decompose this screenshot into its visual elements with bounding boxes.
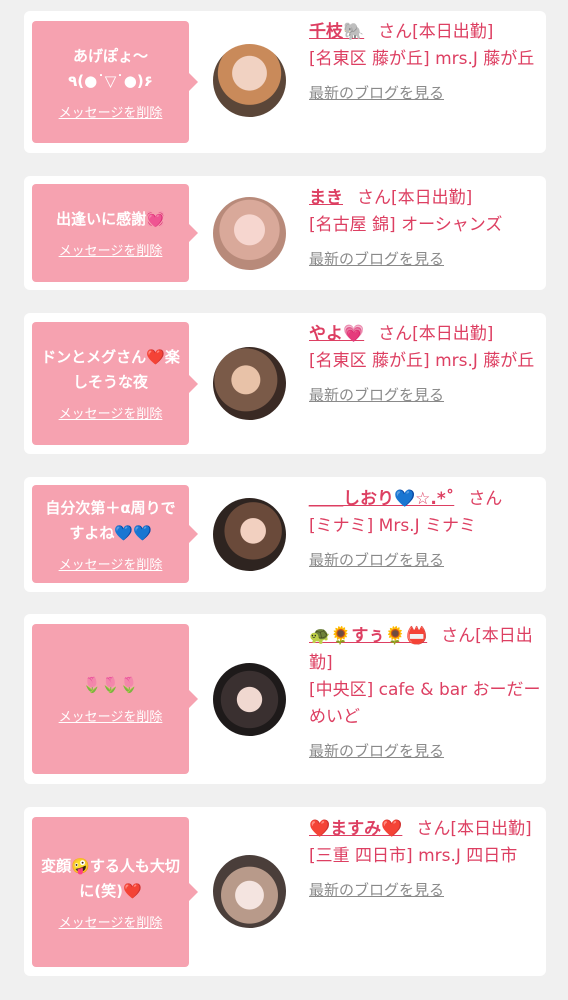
avatar[interactable]	[213, 197, 286, 270]
cast-info: まき さん[本日出勤] [名古屋 錦] オーシャンズ 最新のブログを見る	[309, 185, 541, 273]
name-line: やよ💗 さん[本日出勤]	[309, 321, 541, 348]
delete-message-link[interactable]: メッセージを削除	[59, 554, 163, 573]
message-card: 🌷🌷🌷 メッセージを削除 🐢🌻すぅ🌻📛 さん[本日出勤] [中央区] cafe &…	[24, 614, 546, 784]
shop-location: [三重 四日市] mrs.J 四日市	[309, 846, 518, 866]
cast-info: 🐢🌻すぅ🌻📛 さん[本日出勤] [中央区] cafe & bar おーだーめいど …	[309, 623, 541, 765]
shop-location: [名東区 藤が丘] mrs.J 藤が丘	[309, 49, 535, 69]
cast-status: さん[本日出勤]	[357, 188, 473, 208]
message-bubble: ドンとメグさん❤️楽しそうな夜 メッセージを削除	[32, 322, 198, 445]
blog-link[interactable]: 最新のブログを見る	[309, 550, 444, 570]
blog-link[interactable]: 最新のブログを見る	[309, 741, 444, 761]
cast-name-link[interactable]: やよ💗	[309, 324, 364, 344]
message-card: 自分次第＋α周りですよね💙💙 メッセージを削除 ＿＿しおり💙☆.*˚ さん [ミナ…	[24, 477, 546, 592]
message-bubble: 🌷🌷🌷 メッセージを削除	[32, 624, 198, 774]
cast-status: さん[本日出勤]	[416, 819, 532, 839]
cast-info: 千枝🐘 さん[本日出勤] [名東区 藤が丘] mrs.J 藤が丘 最新のブログを見…	[309, 19, 541, 107]
message-text: ドンとメグさん❤️楽しそうな夜	[41, 348, 180, 391]
blog-link[interactable]: 最新のブログを見る	[309, 385, 444, 405]
shop-location: [中央区] cafe & bar おーだーめいど	[309, 680, 541, 727]
shop-location: [名古屋 錦] オーシャンズ	[309, 215, 503, 235]
shop-location: [名東区 藤が丘] mrs.J 藤が丘	[309, 351, 535, 371]
cast-name-link[interactable]: ＿＿しおり💙☆.*˚	[309, 489, 454, 509]
delete-message-link[interactable]: メッセージを削除	[59, 706, 163, 725]
delete-message-link[interactable]: メッセージを削除	[59, 240, 163, 259]
cast-name-link[interactable]: ❤️ますみ❤️	[309, 819, 402, 839]
blog-link[interactable]: 最新のブログを見る	[309, 249, 444, 269]
avatar[interactable]	[213, 855, 286, 928]
avatar[interactable]	[213, 498, 286, 571]
delete-message-link[interactable]: メッセージを削除	[59, 102, 163, 121]
message-card: 出逢いに感謝💓 メッセージを削除 まき さん[本日出勤] [名古屋 錦] オーシャ…	[24, 176, 546, 290]
cast-name-link[interactable]: 🐢🌻すぅ🌻📛	[309, 626, 427, 646]
avatar[interactable]	[213, 663, 286, 736]
avatar[interactable]	[213, 347, 286, 420]
message-text: あげぽょ〜٩(●˙▽˙●)۶	[68, 46, 153, 90]
cast-status: さん	[468, 489, 503, 509]
delete-message-link[interactable]: メッセージを削除	[59, 912, 163, 931]
cast-info: やよ💗 さん[本日出勤] [名東区 藤が丘] mrs.J 藤が丘 最新のブログを見…	[309, 321, 541, 409]
shop-location: [ミナミ] Mrs.J ミナミ	[309, 516, 477, 536]
message-bubble: あげぽょ〜٩(●˙▽˙●)۶ メッセージを削除	[32, 21, 198, 143]
message-text: 🌷🌷🌷	[82, 676, 139, 694]
message-text: 変顔🤪する人も大切に(笑)❤️	[41, 856, 180, 900]
name-line: ＿＿しおり💙☆.*˚ さん	[309, 486, 541, 513]
avatar[interactable]	[213, 44, 286, 117]
name-line: 千枝🐘 さん[本日出勤]	[309, 19, 541, 46]
delete-message-link[interactable]: メッセージを削除	[59, 403, 163, 422]
name-line: まき さん[本日出勤]	[309, 185, 541, 212]
cast-info: ＿＿しおり💙☆.*˚ さん [ミナミ] Mrs.J ミナミ 最新のブログを見る	[309, 486, 541, 574]
message-card: 変顔🤪する人も大切に(笑)❤️ メッセージを削除 ❤️ますみ❤️ さん[本日出勤]…	[24, 807, 546, 976]
cast-status: さん[本日出勤]	[378, 22, 494, 42]
message-bubble: 出逢いに感謝💓 メッセージを削除	[32, 184, 198, 282]
message-bubble: 変顔🤪する人も大切に(笑)❤️ メッセージを削除	[32, 817, 198, 967]
message-card: ドンとメグさん❤️楽しそうな夜 メッセージを削除 やよ💗 さん[本日出勤] [名東…	[24, 313, 546, 454]
message-text: 出逢いに感謝💓	[56, 210, 165, 228]
blog-link[interactable]: 最新のブログを見る	[309, 83, 444, 103]
cast-name-link[interactable]: 千枝🐘	[309, 22, 364, 42]
cast-info: ❤️ますみ❤️ さん[本日出勤] [三重 四日市] mrs.J 四日市 最新のブロ…	[309, 816, 541, 904]
message-card: あげぽょ〜٩(●˙▽˙●)۶ メッセージを削除 千枝🐘 さん[本日出勤] [名東区…	[24, 11, 546, 153]
blog-link[interactable]: 最新のブログを見る	[309, 880, 444, 900]
name-line: ❤️ますみ❤️ さん[本日出勤]	[309, 816, 541, 843]
name-line: 🐢🌻すぅ🌻📛 さん[本日出勤]	[309, 623, 541, 677]
cast-name-link[interactable]: まき	[309, 188, 343, 208]
message-bubble: 自分次第＋α周りですよね💙💙 メッセージを削除	[32, 485, 198, 583]
cast-status: さん[本日出勤]	[378, 324, 494, 344]
message-text: 自分次第＋α周りですよね💙💙	[45, 498, 176, 542]
